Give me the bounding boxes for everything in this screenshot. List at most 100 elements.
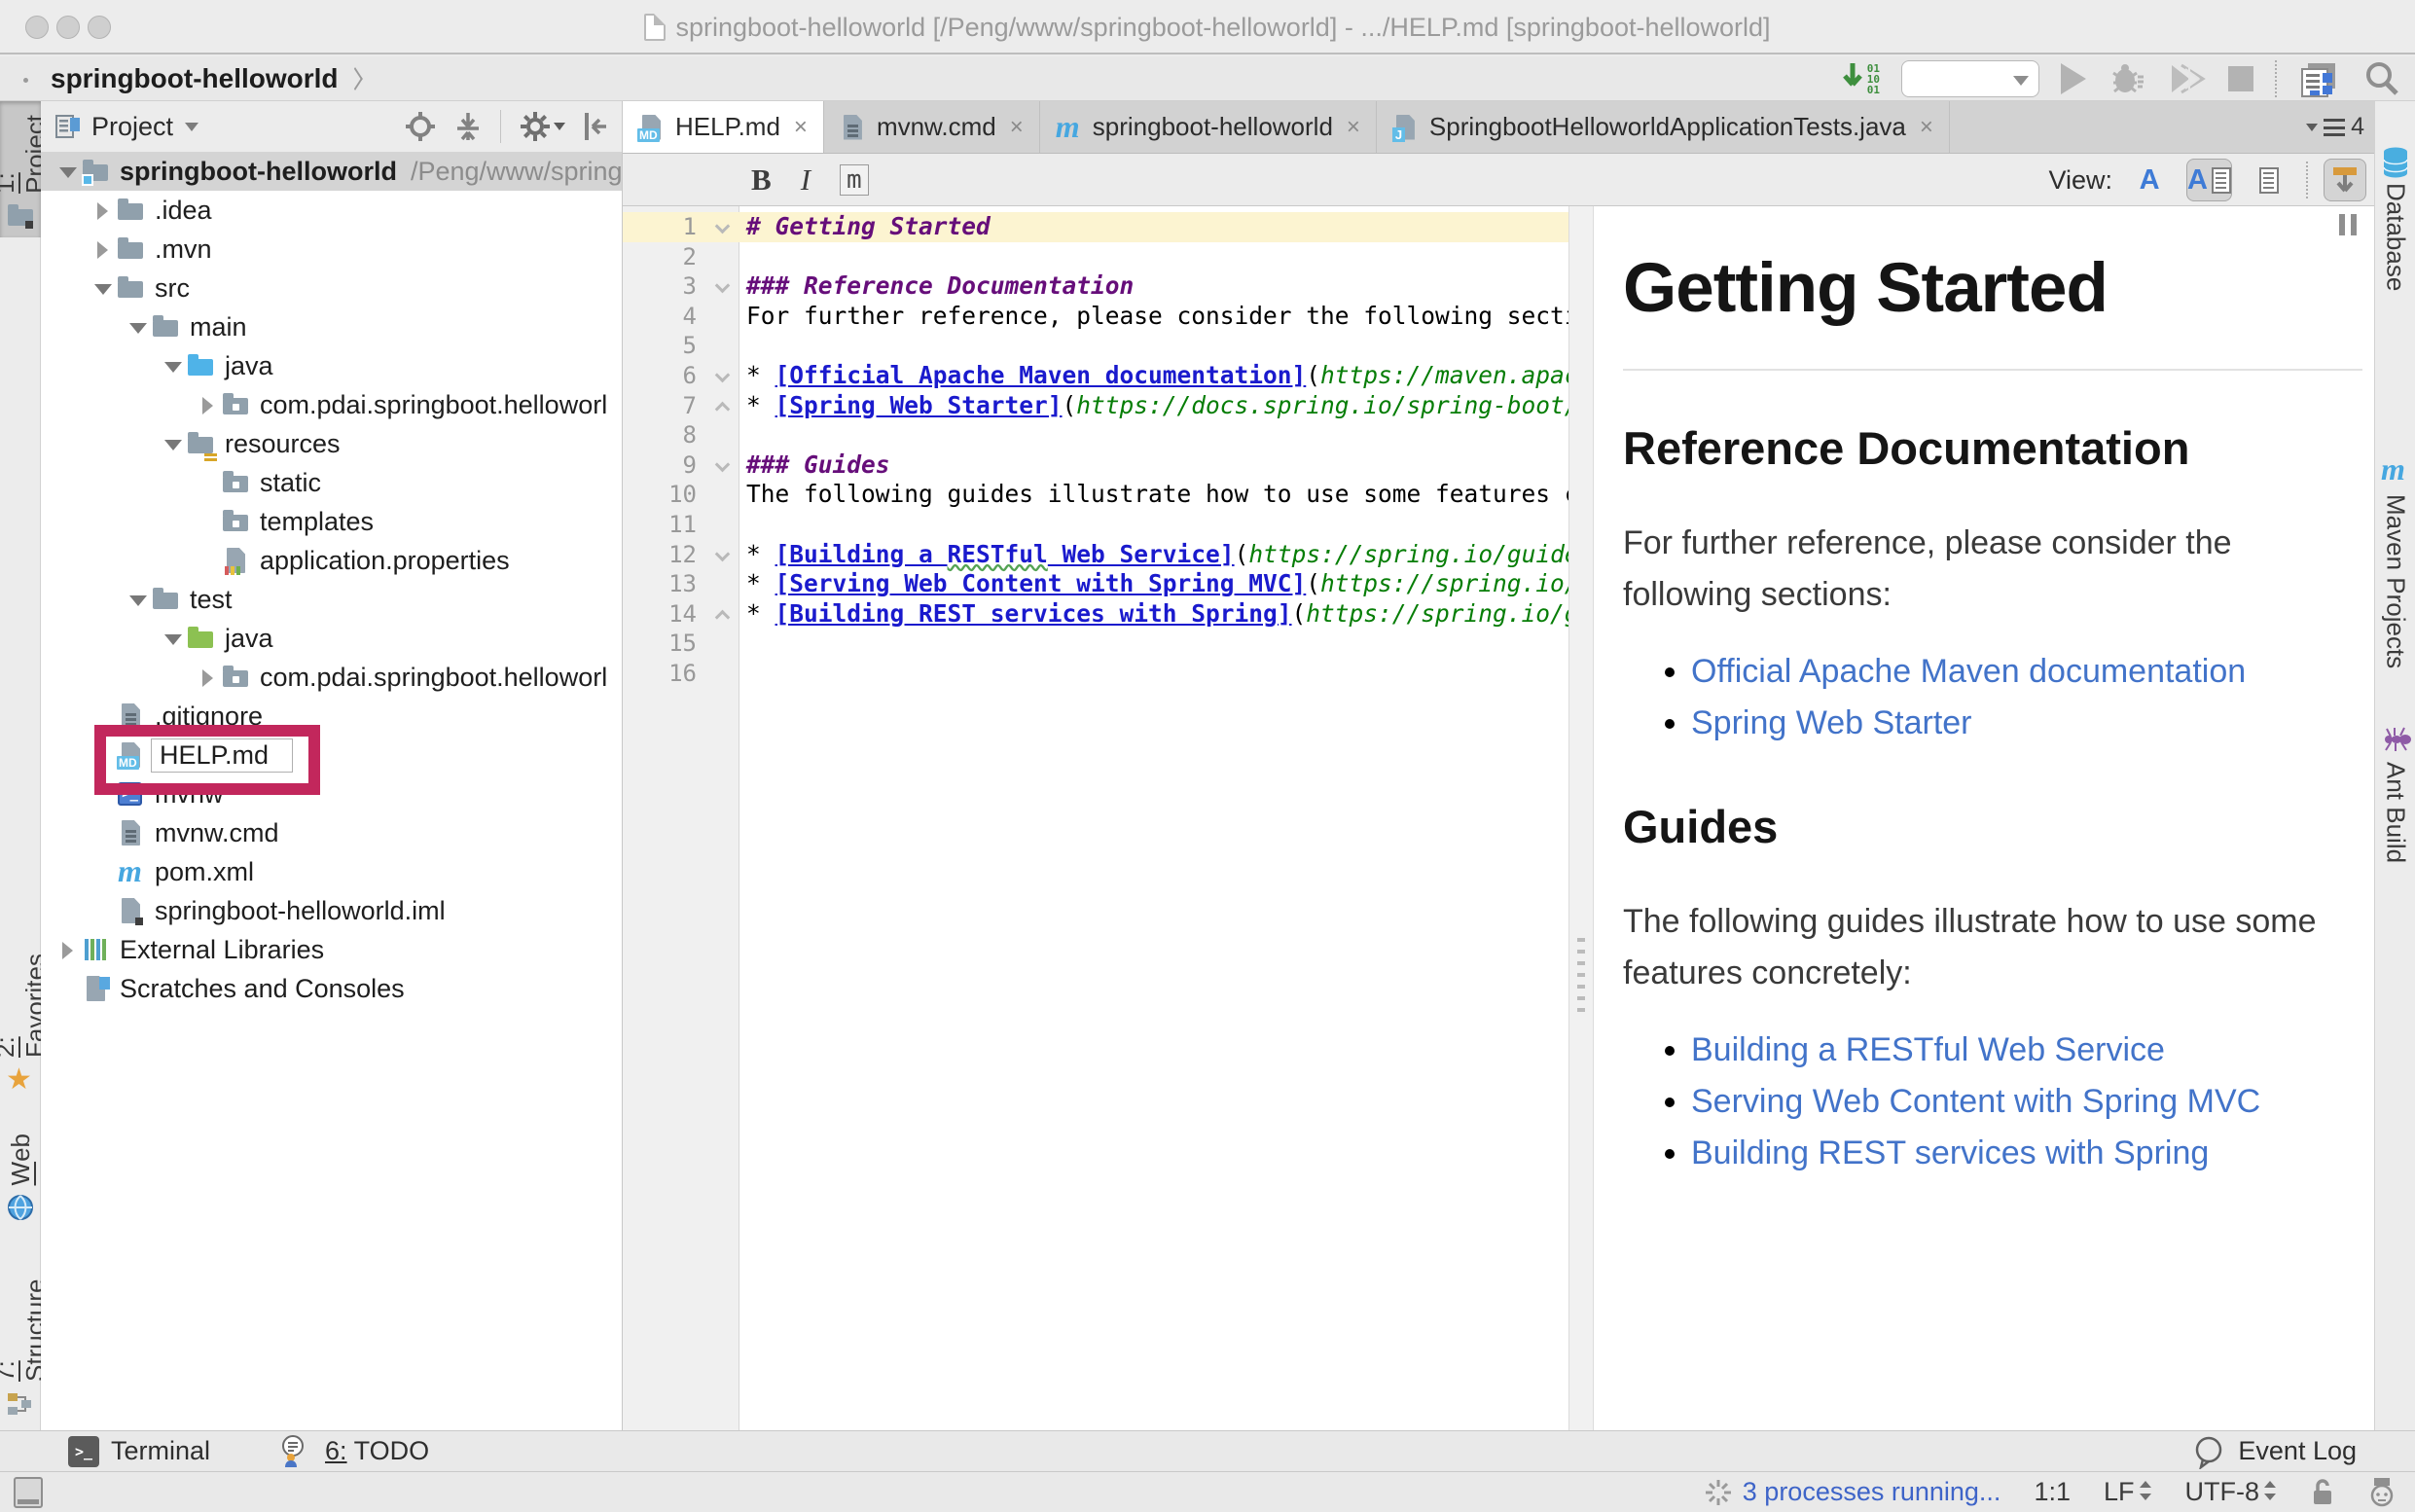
view-editor-only-button[interactable]: A	[2128, 159, 2171, 201]
tree-item-com-pdai-springboot-helloworl[interactable]: com.pdai.springboot.helloworl	[41, 385, 622, 424]
tree-item-main[interactable]: main	[41, 307, 622, 346]
stop-button[interactable]	[2228, 66, 2253, 91]
tree-item-springboot-helloworld[interactable]: springboot-helloworld/Peng/www/spring	[41, 152, 622, 191]
fold-marker-icon[interactable]	[715, 278, 731, 294]
close-icon[interactable]: ×	[794, 114, 808, 141]
tree-item-mvn[interactable]: .mvn	[41, 230, 622, 269]
fold-marker-icon[interactable]	[715, 609, 731, 625]
event-log-button[interactable]: Event Log	[2191, 1434, 2357, 1469]
project-panel-title[interactable]: Project	[91, 112, 173, 142]
encoding-select[interactable]: UTF-8	[2185, 1477, 2278, 1507]
tree-expander-closed[interactable]	[54, 936, 81, 963]
tool-strip-tab-web[interactable]: Web	[0, 1134, 41, 1242]
preview-link-serving-web-content-with-spring-mvc[interactable]: Serving Web Content with Spring MVC	[1691, 1083, 2260, 1120]
tab-help-md[interactable]: MDHELP.md×	[623, 101, 824, 153]
coverage-button[interactable]	[2168, 61, 2207, 96]
close-icon[interactable]: ×	[1347, 114, 1360, 141]
splitter-grip[interactable]	[1577, 938, 1585, 1016]
fold-marker-icon[interactable]	[715, 219, 731, 234]
close-icon[interactable]: ×	[1010, 114, 1024, 141]
tool-windows-layout-icon[interactable]	[2298, 57, 2341, 100]
preview-link-building-rest-services-with-spring[interactable]: Building REST services with Spring	[1691, 1134, 2209, 1171]
caret-position[interactable]: 1:1	[2034, 1477, 2071, 1507]
preview-link-building-a-restful-web-service[interactable]: Building a RESTful Web Service	[1691, 1031, 2165, 1068]
tree-item-src[interactable]: src	[41, 269, 622, 307]
view-split-button[interactable]: A	[2186, 159, 2232, 201]
tab-list-dropdown[interactable]: 4	[2306, 113, 2364, 141]
tree-item-gitignore[interactable]: .gitignore	[41, 697, 622, 736]
tree-item-springboot-helloworld-iml[interactable]: springboot-helloworld.iml	[41, 891, 622, 930]
view-preview-only-button[interactable]	[2248, 159, 2290, 201]
terminal-tool-button[interactable]: >_ Terminal	[68, 1436, 210, 1467]
tool-strip-tab-7-structure[interactable]: 7: Structure	[0, 1255, 41, 1419]
tree-item-mvnw[interactable]: >_mvnw	[41, 774, 622, 813]
tree-item-java[interactable]: java	[41, 619, 622, 658]
window-titlebar: springboot-helloworld [/Peng/www/springb…	[0, 0, 2415, 54]
tree-item-application-properties[interactable]: application.properties	[41, 541, 622, 580]
tool-strip-tab-2-favorites[interactable]: 2: Favorites★	[0, 949, 41, 1095]
locate-file-icon[interactable]	[405, 111, 436, 142]
tool-strip-tab-ant-build[interactable]: Ant Build	[2375, 725, 2415, 863]
tool-strip-tab-1-project[interactable]: 1: Project	[0, 101, 41, 237]
tool-window-quick-access-icon[interactable]	[14, 1477, 43, 1508]
line-number: 1	[623, 212, 739, 242]
tree-expander-open[interactable]	[159, 625, 186, 652]
bold-button[interactable]: B	[751, 162, 772, 198]
tab-mvnw-cmd[interactable]: mvnw.cmd×	[824, 101, 1040, 153]
tab-springboothelloworldapplicationtests-java[interactable]: JSpringbootHelloworldApplicationTests.ja…	[1377, 101, 1950, 153]
close-icon[interactable]: ×	[1920, 114, 1933, 141]
tree-item-scratches-and-consoles[interactable]: Scratches and Consoles	[41, 969, 622, 1008]
tree-item-help-md[interactable]: MDHELP.md	[41, 736, 622, 774]
tree-item-idea[interactable]: .idea	[41, 191, 622, 230]
settings-gear-icon[interactable]	[519, 110, 565, 143]
breadcrumb-project[interactable]: springboot-helloworld	[51, 63, 339, 94]
tab-springboot-helloworld[interactable]: mspringboot-helloworld×	[1040, 101, 1377, 153]
vcs-update-icon[interactable]: 011001	[1840, 61, 1880, 96]
fold-marker-icon[interactable]	[715, 368, 731, 383]
editor-line: * [Spring Web Starter](https://docs.spri…	[740, 391, 1568, 421]
tree-item-java[interactable]: java	[41, 346, 622, 385]
auto-scroll-preview-button[interactable]	[2324, 159, 2366, 201]
tree-item-static[interactable]: static	[41, 463, 622, 502]
todo-tool-button[interactable]: 6: TODO	[278, 1434, 429, 1469]
tree-item-com-pdai-springboot-helloworl[interactable]: com.pdai.springboot.helloworl	[41, 658, 622, 697]
tool-strip-tab-database[interactable]: Database	[2375, 146, 2415, 291]
line-separator-select[interactable]: LF	[2104, 1477, 2152, 1507]
debug-button[interactable]	[2108, 61, 2146, 96]
run-button[interactable]	[2061, 63, 2086, 94]
tool-strip-tab-maven-projects[interactable]: mMaven Projects	[2375, 457, 2415, 668]
code-span-button[interactable]: m	[840, 164, 869, 196]
collapse-all-icon[interactable]	[453, 111, 483, 142]
tree-expander-closed[interactable]	[89, 197, 116, 224]
preview-link-official-apache-maven-documentation[interactable]: Official Apache Maven documentation	[1691, 653, 2246, 690]
markdown-source-editor[interactable]: # Getting Started### Reference Documenta…	[740, 206, 1568, 1430]
fold-marker-icon[interactable]	[715, 546, 731, 561]
search-everywhere-icon[interactable]	[2362, 59, 2401, 98]
tree-item-external-libraries[interactable]: External Libraries	[41, 930, 622, 969]
inspections-monitor-icon[interactable]	[2368, 1476, 2396, 1509]
tree-item-pom-xml[interactable]: mpom.xml	[41, 852, 622, 891]
background-processes[interactable]: 3 processes running...	[1704, 1477, 2001, 1507]
tree-item-test[interactable]: test	[41, 580, 622, 619]
fold-marker-icon[interactable]	[715, 456, 731, 472]
tree-expander-open[interactable]	[54, 158, 81, 185]
italic-button[interactable]: I	[801, 162, 811, 198]
preview-link-spring-web-starter[interactable]: Spring Web Starter	[1691, 704, 1972, 741]
lock-icon[interactable]	[2310, 1477, 2335, 1508]
tree-expander-closed[interactable]	[89, 235, 116, 263]
tree-expander-open[interactable]	[124, 586, 151, 613]
tree-expander-open[interactable]	[159, 430, 186, 457]
tree-item-resources[interactable]: resources	[41, 424, 622, 463]
tree-item-mvnw-cmd[interactable]: mvnw.cmd	[41, 813, 622, 852]
run-configuration-select[interactable]	[1901, 60, 2039, 97]
editor-preview-splitter[interactable]	[1568, 206, 1594, 1430]
tree-expander-open[interactable]	[89, 274, 116, 302]
tree-expander-closed[interactable]	[194, 391, 221, 418]
tree-expander-open[interactable]	[159, 352, 186, 379]
tree-item-templates[interactable]: templates	[41, 502, 622, 541]
tree-expander-open[interactable]	[124, 313, 151, 341]
tree-expander-closed[interactable]	[194, 664, 221, 691]
chevron-down-icon[interactable]	[185, 123, 198, 131]
hide-panel-icon[interactable]	[583, 111, 608, 142]
fold-marker-icon[interactable]	[715, 401, 731, 416]
